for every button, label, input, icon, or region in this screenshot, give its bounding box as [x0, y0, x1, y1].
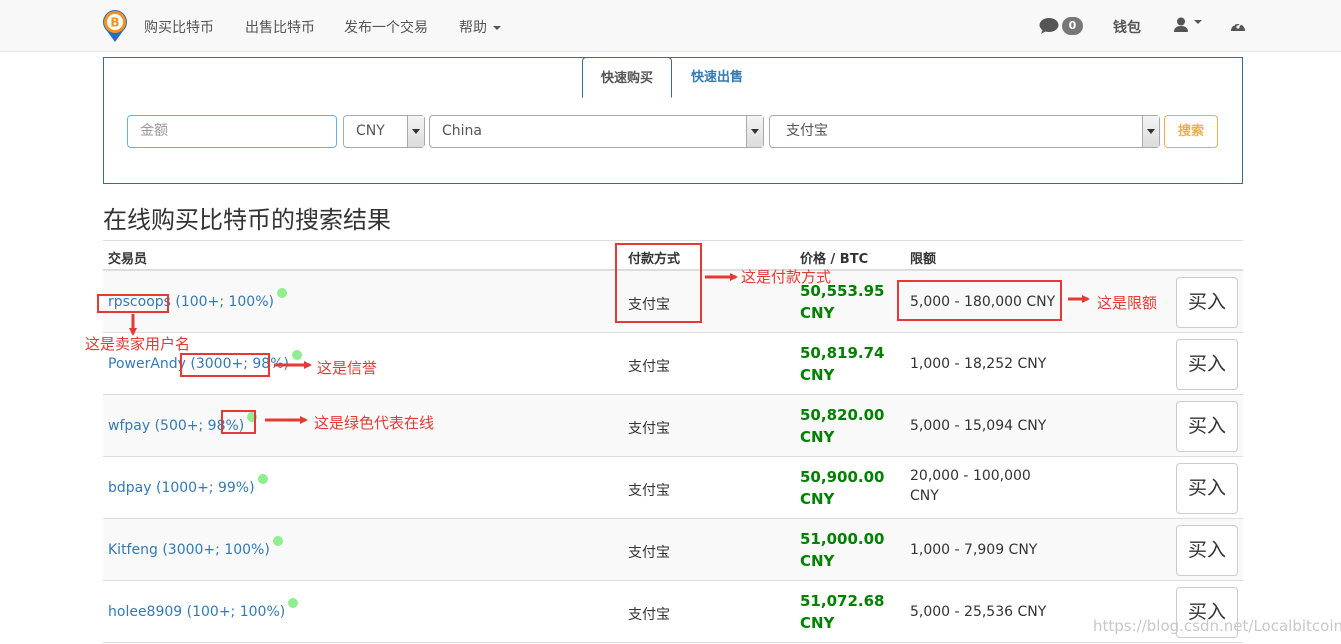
navbar: B 购买比特币 出售比特币 发布一个交易 帮助 0 钱包	[0, 0, 1341, 52]
trader-name-link[interactable]: bdpay	[108, 480, 152, 496]
message-count-badge: 0	[1062, 17, 1083, 35]
price-cell: 50,900.00 CNY	[800, 468, 885, 508]
nav-post-trade[interactable]: 发布一个交易	[344, 17, 428, 37]
payment-method-cell: 支付宝	[628, 421, 670, 437]
trader-cell: Kitfeng (3000+; 100%)	[108, 536, 283, 558]
annotation-online-text: 这是绿色代表在线	[314, 414, 435, 432]
table-row: bdpay (1000+; 99%) 支付宝 50,900.00 CNY 20,…	[103, 457, 1243, 519]
country-value: China	[442, 123, 482, 139]
nav-sell-bitcoin[interactable]: 出售比特币	[245, 17, 315, 37]
trader-name-link[interactable]: Kitfeng	[108, 542, 158, 558]
dropdown-arrow-icon	[746, 116, 763, 147]
tab-quick-sell[interactable]: 快速出售	[676, 57, 758, 98]
annotation-limit-text: 这是限额	[1097, 294, 1158, 312]
user-menu-chevron-icon[interactable]	[1194, 20, 1202, 24]
trader-cell: bdpay (1000+; 99%)	[108, 474, 268, 496]
svg-text:B: B	[110, 16, 119, 30]
annotation-box-payment	[615, 243, 702, 323]
chat-icon[interactable]	[1039, 17, 1061, 35]
header-price: 价格 / BTC	[800, 252, 869, 267]
annotation-payment-text: 这是付款方式	[741, 268, 832, 286]
dropdown-arrow-icon	[1142, 116, 1159, 147]
header-limit: 限额	[910, 252, 937, 267]
buy-button[interactable]: 买入	[1176, 525, 1238, 576]
limit-cell: 1,000 - 7,909 CNY	[910, 542, 1038, 558]
chevron-down-icon	[493, 26, 501, 30]
watermark: https://blog.csdn.net/Localbitcoins	[1093, 617, 1341, 635]
buy-button[interactable]: 买入	[1176, 339, 1238, 390]
nav-help[interactable]: 帮助	[459, 17, 501, 37]
trader-reputation: (100+; 100%)	[175, 294, 274, 310]
trader-reputation: (3000+; 100%)	[162, 542, 270, 558]
table-row: PowerAndy (3000+; 98%) 支付宝 50,819.74 CNY…	[103, 333, 1243, 395]
online-status-dot	[276, 288, 287, 298]
payment-method-value: 支付宝	[786, 123, 828, 139]
online-status-dot	[272, 536, 283, 546]
table-row: holee8909 (100+; 100%) 支付宝 51,072.68 CNY…	[103, 581, 1243, 643]
country-select[interactable]: China	[429, 115, 764, 148]
limit-cell: 5,000 - 15,094 CNY	[910, 418, 1047, 434]
buy-button[interactable]: 买入	[1176, 401, 1238, 452]
trader-name-link[interactable]: wfpay	[108, 418, 150, 434]
user-icon[interactable]	[1174, 17, 1188, 32]
amount-placeholder: 金额	[140, 123, 168, 139]
payment-method-select[interactable]: 支付宝	[769, 115, 1160, 148]
annotation-box-online	[221, 410, 256, 434]
table-row: wfpay (500+; 98%) 支付宝 50,820.00 CNY 5,00…	[103, 395, 1243, 457]
payment-method-cell: 支付宝	[628, 545, 670, 561]
bitcoin-logo-icon[interactable]: B	[102, 9, 128, 43]
price-cell: 51,072.68 CNY	[800, 592, 885, 632]
online-status-dot	[257, 474, 268, 484]
annotation-reputation-text: 这是信誉	[317, 359, 378, 377]
trader-name-link[interactable]: PowerAndy	[108, 356, 186, 372]
dashboard-icon[interactable]	[1230, 18, 1246, 32]
results-title: 在线购买比特币的搜索结果	[103, 206, 391, 234]
trader-reputation: (1000+; 99%)	[155, 480, 255, 496]
payment-method-cell: 支付宝	[628, 359, 670, 375]
amount-input[interactable]: 金额	[127, 115, 337, 148]
trader-cell: holee8909 (100+; 100%)	[108, 598, 299, 620]
limit-cell: 5,000 - 25,536 CNY	[910, 604, 1047, 620]
annotation-box-limit	[897, 280, 1062, 321]
dropdown-arrow-icon	[407, 116, 424, 147]
currency-select[interactable]: CNY	[343, 115, 425, 148]
nav-buy-bitcoin[interactable]: 购买比特币	[144, 17, 214, 37]
currency-value: CNY	[356, 123, 385, 139]
nav-help-label: 帮助	[459, 20, 487, 36]
online-status-dot	[291, 350, 302, 360]
payment-method-cell: 支付宝	[628, 483, 670, 499]
nav-wallet[interactable]: 钱包	[1113, 17, 1141, 37]
header-trader: 交易员	[108, 252, 148, 267]
annotation-username-text: 这是卖家用户名	[85, 335, 191, 353]
search-button[interactable]: 搜索	[1164, 115, 1218, 148]
table-row: Kitfeng (3000+; 100%) 支付宝 51,000.00 CNY …	[103, 519, 1243, 581]
buy-button[interactable]: 买入	[1176, 277, 1238, 328]
online-status-dot	[288, 598, 299, 608]
price-cell: 50,820.00 CNY	[800, 406, 885, 446]
trader-name-link[interactable]: holee8909	[108, 604, 182, 620]
tab-quick-buy[interactable]: 快速购买	[582, 57, 672, 98]
payment-method-cell: 支付宝	[628, 607, 670, 623]
price-cell: 51,000.00 CNY	[800, 530, 885, 570]
trader-reputation: (100+; 100%)	[186, 604, 286, 620]
limit-cell: 20,000 - 100,000 CNY	[910, 468, 1031, 504]
buy-button[interactable]: 买入	[1176, 463, 1238, 514]
annotation-box-reputation	[180, 353, 270, 377]
annotation-box-username	[97, 294, 169, 313]
price-cell: 50,819.74 CNY	[800, 344, 885, 384]
limit-cell: 1,000 - 18,252 CNY	[910, 356, 1047, 372]
